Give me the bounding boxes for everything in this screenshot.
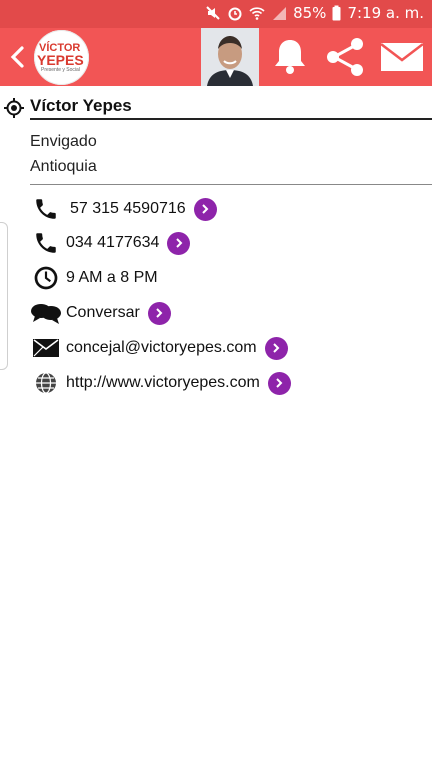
chevron-right-icon [176,238,183,248]
contact-row-hours: 9 AM a 8 PM [30,263,158,293]
contact-text: 57 315 4590716 [70,200,186,217]
share-icon[interactable] [324,36,366,78]
mail-icon[interactable] [380,40,424,74]
battery-percent: 85% [293,4,327,22]
divider [30,184,432,185]
chevron-right-icon [276,378,283,388]
battery-icon [332,5,341,21]
brand-logo: VÍCTOR YEPES Presente y Social [34,30,89,85]
chevron-right-button[interactable] [264,336,288,360]
address-region: Antioquia [30,158,97,175]
phone-icon [36,199,56,219]
contact-text: 034 4177634 [66,234,160,251]
chevron-right-button[interactable] [147,301,171,325]
divider [30,118,432,120]
chevron-right-icon [156,308,163,318]
contact-row-chat[interactable]: Conversar [30,298,171,328]
side-drawer-handle[interactable] [0,222,8,370]
alarm-icon [228,7,242,21]
contact-text: http://www.victoryepes.com [66,374,260,391]
logo-line2: YEPES [37,52,84,68]
logo-line3: Presente y Social [41,67,80,73]
contact-text: concejal@victoryepes.com [66,339,257,356]
address-city: Envigado [30,133,97,150]
chevron-right-icon [202,204,209,214]
envelope-icon [33,339,59,357]
signal-icon [273,7,287,20]
chat-icon [31,304,61,324]
contact-row-phone-landline[interactable]: 034 4177634 [30,228,191,258]
globe-icon [36,372,56,394]
contact-text: 9 AM a 8 PM [66,269,158,286]
status-bar: 85% 7:19 a. m. [0,0,432,28]
profile-header: Víctor Yepes [4,96,430,120]
contact-row-website[interactable]: http://www.victoryepes.com [30,368,291,398]
chevron-right-icon [273,343,280,353]
clock-icon [34,266,58,290]
contact-row-phone-mobile[interactable]: 57 315 4590716 [30,194,217,224]
chevron-right-button[interactable] [193,197,217,221]
bell-icon[interactable] [270,36,310,76]
wifi-icon [249,7,265,20]
phone-icon [36,233,56,253]
contact-row-email[interactable]: concejal@victoryepes.com [30,333,288,363]
chevron-right-button[interactable] [267,371,291,395]
app-bar: VÍCTOR YEPES Presente y Social [0,28,432,86]
location-target-icon [4,98,24,118]
clock-time: 7:19 a. m. [347,4,424,22]
avatar-photo [201,28,259,86]
avatar[interactable] [201,28,259,86]
contact-text: Conversar [66,304,140,321]
profile-name: Víctor Yepes [30,96,132,115]
back-chevron-icon[interactable] [6,40,30,74]
chevron-right-button[interactable] [167,231,191,255]
mute-icon [206,6,220,20]
